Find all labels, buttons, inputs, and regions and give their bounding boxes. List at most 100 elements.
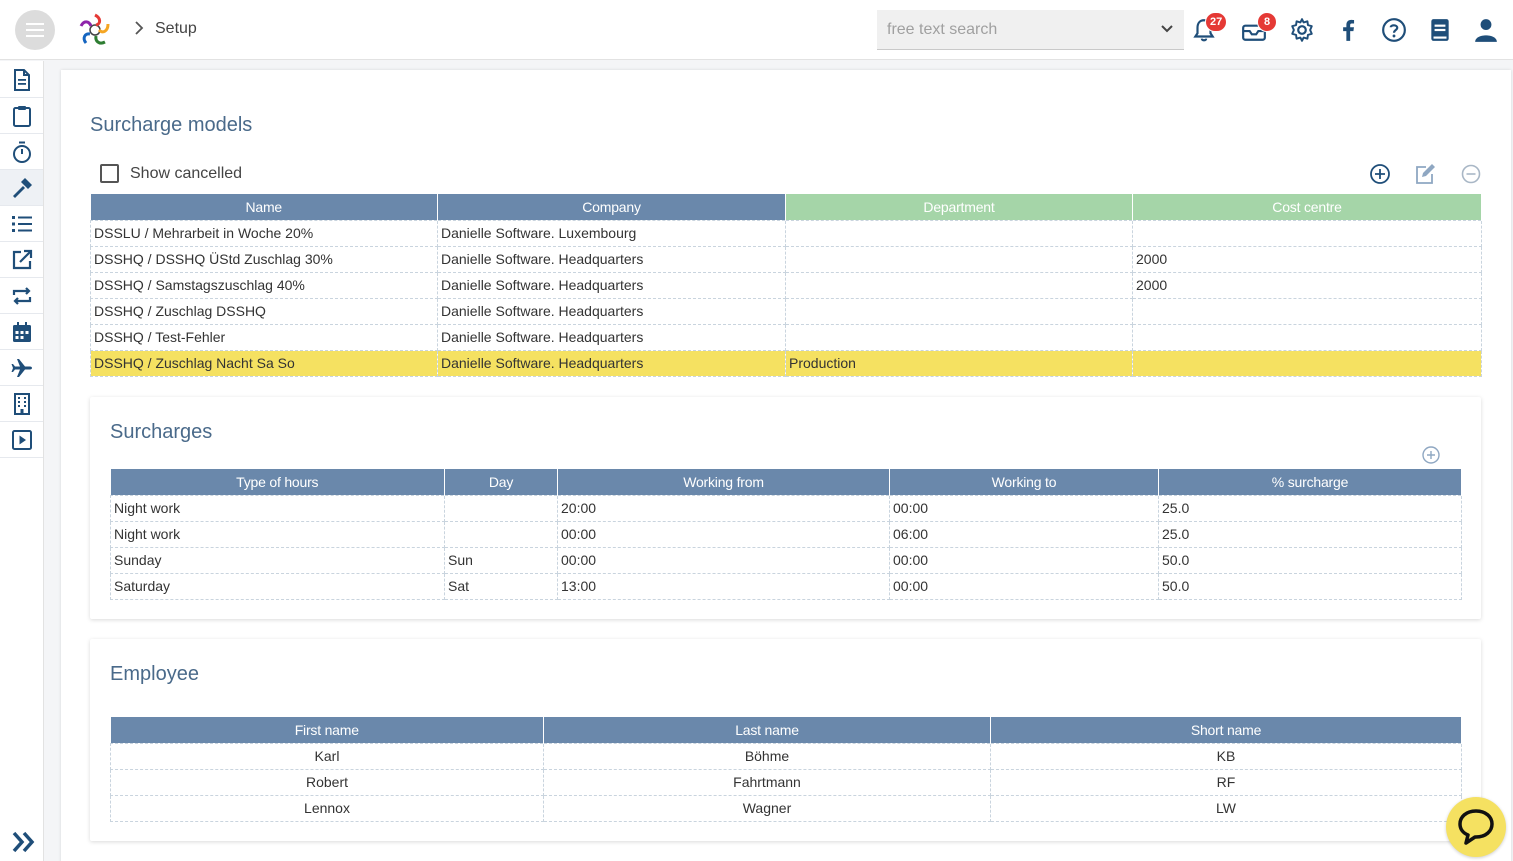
column-header-surcharge-pct[interactable]: % surcharge	[1158, 469, 1462, 495]
cell-type: Night work	[110, 494, 445, 522]
manual-button[interactable]	[1425, 14, 1455, 46]
table-row[interactable]: DSSHQ / Test-Fehler Danielle Software. H…	[90, 323, 1482, 351]
cell-company: Danielle Software. Headquarters	[437, 349, 786, 377]
column-header-department[interactable]: Department	[785, 194, 1133, 220]
table-row[interactable]: Night work 00:00 06:00 25.0	[110, 520, 1462, 548]
gear-icon	[1291, 18, 1313, 42]
table-row[interactable]: Karl Böhme KB	[110, 742, 1462, 770]
sidebar-item-export[interactable]	[0, 242, 43, 278]
cell-name: DSSHQ / Samstagszuschlag 40%	[90, 271, 438, 299]
remove-model-button[interactable]	[1459, 162, 1483, 186]
search-input[interactable]	[877, 10, 1137, 50]
add-surcharge-button[interactable]	[1421, 445, 1441, 465]
sidebar-item-clipboard[interactable]	[0, 98, 43, 134]
cell-name: DSSHQ / DSSHQ ÜStd Zuschlag 30%	[90, 245, 438, 273]
cell-from: 20:00	[557, 494, 890, 522]
cell-department	[785, 245, 1133, 273]
table-row[interactable]: DSSHQ / Samstagszuschlag 40% Danielle So…	[90, 271, 1482, 299]
sidebar-item-play[interactable]	[0, 422, 43, 458]
hamburger-menu-button[interactable]	[15, 10, 55, 50]
hammer-icon	[12, 177, 32, 198]
employee-title: Employee	[110, 663, 199, 685]
help-button[interactable]	[1379, 14, 1409, 46]
column-header-working-from[interactable]: Working from	[557, 469, 890, 495]
plus-circle-icon	[1422, 446, 1440, 464]
chat-button[interactable]	[1446, 797, 1506, 857]
table-row[interactable]: DSSLU / Mehrarbeit in Woche 20% Danielle…	[90, 219, 1482, 247]
cell-department	[785, 297, 1133, 325]
sidebar-item-calendar[interactable]	[0, 314, 43, 350]
column-header-first-name[interactable]: First name	[110, 717, 544, 743]
stopwatch-icon	[12, 141, 31, 163]
cell-short-name: RF	[990, 768, 1462, 796]
cell-first-name: Robert	[110, 768, 544, 796]
table-row[interactable]: Robert Fahrtmann RF	[110, 768, 1462, 796]
column-header-cost-centre[interactable]: Cost centre	[1132, 194, 1482, 220]
sidebar-item-documents[interactable]	[0, 62, 43, 98]
table-row-selected[interactable]: DSSHQ / Zuschlag Nacht Sa So Danielle So…	[90, 349, 1482, 377]
cell-name: DSSHQ / Test-Fehler	[90, 323, 438, 351]
employee-table: First name Last name Short name Karl Böh…	[110, 717, 1462, 822]
cell-company: Danielle Software. Headquarters	[437, 245, 786, 273]
cell-last-name: Wagner	[543, 794, 991, 822]
table-row[interactable]: Night work 20:00 00:00 25.0	[110, 494, 1462, 522]
cell-short-name: KB	[990, 742, 1462, 770]
building-icon	[13, 392, 30, 415]
column-header-day[interactable]: Day	[444, 469, 558, 495]
double-chevron-right-icon[interactable]	[8, 829, 38, 855]
sidebar-item-list[interactable]	[0, 206, 43, 242]
column-header-name[interactable]: Name	[90, 194, 438, 220]
surcharge-models-table: Name Company Department Cost centre DSSL…	[90, 194, 1482, 377]
cell-last-name: Böhme	[543, 742, 991, 770]
app-logo-icon[interactable]	[77, 12, 113, 48]
table-header-row: Name Company Department Cost centre	[90, 194, 1482, 220]
cell-from: 13:00	[557, 572, 890, 600]
cell-pct: 50.0	[1158, 572, 1462, 600]
facebook-button[interactable]	[1333, 14, 1363, 46]
cell-to: 00:00	[889, 494, 1159, 522]
cell-first-name: Karl	[110, 742, 544, 770]
cell-company: Danielle Software. Headquarters	[437, 271, 786, 299]
sidebar-item-company[interactable]	[0, 386, 43, 422]
cell-short-name: LW	[990, 794, 1462, 822]
column-header-last-name[interactable]: Last name	[543, 717, 991, 743]
search-box[interactable]	[877, 10, 1184, 50]
clipboard-icon	[12, 105, 31, 127]
sidebar	[0, 61, 44, 861]
cell-type: Night work	[110, 520, 445, 548]
top-bar: Setup 27 8	[0, 0, 1513, 60]
sidebar-item-setup[interactable]	[0, 170, 43, 206]
table-row[interactable]: Sunday Sun 00:00 00:00 50.0	[110, 546, 1462, 574]
document-icon	[13, 68, 30, 91]
sidebar-item-repeat[interactable]	[0, 278, 43, 314]
table-row[interactable]: Saturday Sat 13:00 00:00 50.0	[110, 572, 1462, 600]
notifications-button[interactable]: 27	[1189, 12, 1228, 46]
table-row[interactable]: Lennox Wagner LW	[110, 794, 1462, 822]
breadcrumb[interactable]: Setup	[155, 20, 197, 38]
settings-button[interactable]	[1287, 14, 1317, 46]
messages-button[interactable]: 8	[1239, 12, 1277, 46]
sidebar-item-travel[interactable]	[0, 350, 43, 386]
user-profile-button[interactable]	[1471, 14, 1501, 46]
column-header-working-to[interactable]: Working to	[889, 469, 1159, 495]
cell-pct: 25.0	[1158, 520, 1462, 548]
sidebar-item-time[interactable]	[0, 134, 43, 170]
column-header-company[interactable]: Company	[437, 194, 786, 220]
cell-name: DSSHQ / Zuschlag DSSHQ	[90, 297, 438, 325]
column-header-short-name[interactable]: Short name	[990, 717, 1462, 743]
edit-model-button[interactable]	[1413, 162, 1437, 186]
cell-name: DSSHQ / Zuschlag Nacht Sa So	[90, 349, 438, 377]
list-icon	[11, 215, 32, 232]
column-header-type-of-hours[interactable]: Type of hours	[110, 469, 445, 495]
add-model-button[interactable]	[1368, 162, 1392, 186]
table-header-row: First name Last name Short name	[110, 717, 1462, 743]
notifications-badge: 27	[1205, 12, 1228, 32]
show-cancelled-checkbox[interactable]	[100, 164, 119, 183]
show-cancelled-toggle[interactable]: Show cancelled	[100, 164, 242, 183]
table-row[interactable]: DSSHQ / Zuschlag DSSHQ Danielle Software…	[90, 297, 1482, 325]
chevron-down-icon[interactable]	[1160, 24, 1174, 34]
employee-card: Employee First name Last name Short name…	[90, 639, 1481, 841]
plane-icon	[11, 358, 32, 377]
surcharges-title: Surcharges	[110, 421, 213, 443]
table-row[interactable]: DSSHQ / DSSHQ ÜStd Zuschlag 30% Danielle…	[90, 245, 1482, 273]
